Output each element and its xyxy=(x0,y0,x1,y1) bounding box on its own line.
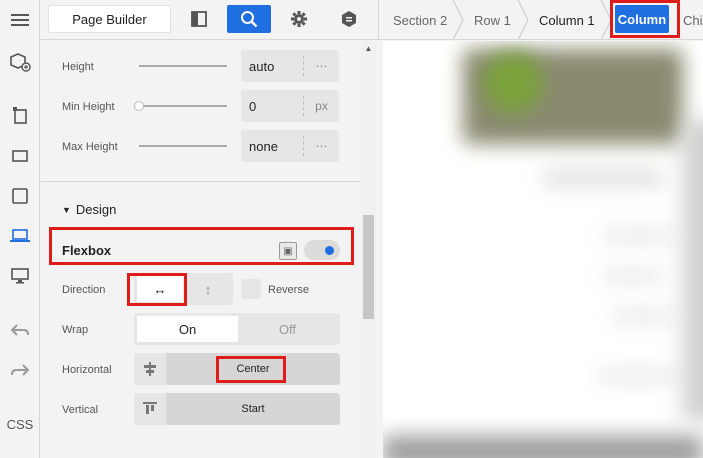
css-button[interactable]: CSS xyxy=(0,404,40,444)
tablet-icon[interactable] xyxy=(0,176,40,216)
reverse-label: Reverse xyxy=(268,284,309,296)
direction-vertical-button[interactable]: ↕ xyxy=(186,276,230,302)
design-title: Design xyxy=(75,202,117,217)
preview-text-blur xyxy=(598,371,678,381)
panel-divider xyxy=(41,181,361,182)
highlight-frame-column xyxy=(610,0,680,38)
breadcrumb-child[interactable]: Chil xyxy=(683,0,703,39)
highlight-frame-flexbox xyxy=(49,227,354,265)
breadcrumb-column[interactable]: Column 1 xyxy=(539,0,595,39)
monitor-icon[interactable] xyxy=(0,256,40,296)
highlight-frame-horizontal xyxy=(216,356,286,383)
gear-icon[interactable] xyxy=(281,5,317,33)
max-height-slider[interactable] xyxy=(139,145,227,147)
highlight-frame-direction xyxy=(127,273,187,306)
hex-badge-icon[interactable] xyxy=(331,5,367,33)
height-value: auto xyxy=(249,58,275,74)
height-unit-menu[interactable]: ⋯ xyxy=(303,56,339,76)
wrap-label: Wrap xyxy=(62,324,89,336)
panel-scrollbar-thumb[interactable] xyxy=(363,215,374,319)
min-height-unit[interactable]: px xyxy=(303,96,339,116)
canvas-preview[interactable] xyxy=(383,41,703,458)
preview-text-blur xyxy=(603,231,673,241)
max-height-label: Max Height xyxy=(62,141,118,153)
align-center-icon xyxy=(134,353,166,385)
reverse-checkbox[interactable] xyxy=(241,279,261,299)
min-height-value: 0 xyxy=(249,98,257,114)
redo-icon[interactable] xyxy=(0,350,40,390)
css-label: CSS xyxy=(6,416,34,432)
add-block-icon[interactable] xyxy=(0,42,40,82)
breadcrumb-row[interactable]: Row 1 xyxy=(474,0,511,39)
min-height-field[interactable]: 0 px xyxy=(241,90,339,122)
min-height-slider-knob[interactable] xyxy=(134,101,144,111)
design-section-header[interactable]: ▼ Design xyxy=(62,202,116,217)
structure-icon[interactable] xyxy=(0,95,40,135)
panel-toggle-icon[interactable] xyxy=(181,5,217,33)
preview-text-blur xyxy=(543,171,663,185)
wrap-off-button[interactable]: Off xyxy=(238,316,337,342)
preview-footer-blur xyxy=(383,436,703,458)
min-height-label: Min Height xyxy=(62,101,115,113)
preview-image-accent-blur xyxy=(483,53,543,113)
direction-label: Direction xyxy=(62,284,106,296)
height-field[interactable]: auto ⋯ xyxy=(241,50,339,82)
preview-text-blur xyxy=(603,271,663,281)
preview-text-blur xyxy=(613,311,673,321)
max-height-value: none xyxy=(249,138,278,154)
desktop-icon[interactable] xyxy=(0,136,40,176)
height-label: Height xyxy=(62,61,94,73)
preview-edge-blur xyxy=(683,121,703,421)
page-builder-title[interactable]: Page Builder xyxy=(48,5,171,33)
align-top-icon xyxy=(134,393,166,425)
min-height-slider[interactable] xyxy=(139,105,227,107)
height-slider[interactable] xyxy=(139,65,227,67)
menu-icon[interactable] xyxy=(0,0,40,40)
search-icon[interactable] xyxy=(227,5,271,33)
max-height-unit-menu[interactable]: ⋯ xyxy=(303,136,339,156)
icon-rail: CSS xyxy=(0,0,40,458)
max-height-field[interactable]: none ⋯ xyxy=(241,130,339,162)
undo-icon[interactable] xyxy=(0,310,40,350)
caret-down-icon: ▼ xyxy=(62,204,71,215)
vertical-value[interactable]: Start xyxy=(166,393,340,425)
horizontal-label: Horizontal xyxy=(62,364,112,376)
breadcrumb-section[interactable]: Section 2 xyxy=(393,0,447,39)
vertical-label: Vertical xyxy=(62,404,99,416)
scroll-up-icon[interactable]: ▲ xyxy=(363,44,374,54)
toolbar: Page Builder xyxy=(41,0,378,40)
laptop-icon[interactable] xyxy=(0,216,40,256)
wrap-on-button[interactable]: On xyxy=(137,316,238,342)
